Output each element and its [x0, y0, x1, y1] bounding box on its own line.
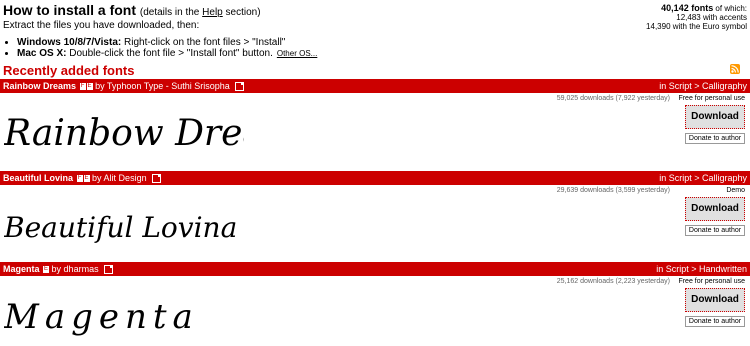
install-instructions: How to install a font (details in the He…: [3, 2, 523, 59]
font-name-link[interactable]: Beautiful Lovina: [3, 173, 73, 183]
svg-text:Rainbow Dreams: Rainbow Dreams: [4, 113, 244, 154]
license-label: Demo: [726, 187, 745, 194]
font-name-link[interactable]: Magenta: [3, 264, 40, 274]
os-instructions: Windows 10/8/7/Vista: Right-click on the…: [3, 37, 523, 59]
external-link-icon[interactable]: [152, 174, 162, 184]
font-preview[interactable]: Magenta: [4, 284, 244, 344]
font-author-link[interactable]: by Typhoon Type - Suthi Srisopha: [95, 81, 230, 91]
font-name-link[interactable]: Rainbow Dreams: [3, 81, 76, 91]
svg-text:Beautiful Lovina: Beautiful Lovina: [4, 211, 237, 244]
donate-button[interactable]: Donate to author: [685, 225, 745, 236]
svg-text:Magenta: Magenta: [4, 297, 199, 337]
install-title: How to install a font (details in the He…: [3, 2, 261, 18]
download-count: 25,162 downloads (2,223 yesterday): [556, 278, 670, 285]
font-category-link[interactable]: in Script > Calligraphy: [659, 171, 747, 185]
font-bar: Magenta E by dharmas in Script > Handwri…: [0, 262, 750, 276]
download-button[interactable]: Download: [685, 105, 745, 129]
font-category-link[interactable]: in Script > Calligraphy: [659, 79, 747, 93]
badge-icon: E: [86, 83, 93, 91]
help-link[interactable]: Help: [202, 7, 223, 18]
donate-button[interactable]: Donate to author: [685, 316, 745, 327]
badge-icon: F: [76, 175, 83, 183]
font-entry: Magenta E by dharmas in Script > Handwri…: [0, 262, 750, 346]
font-stats: 40,142 fonts of which: 12,483 with accen…: [646, 3, 747, 32]
font-preview[interactable]: Rainbow Dreams: [4, 101, 244, 161]
license-label: Free for personal use: [678, 278, 745, 285]
font-entry: Rainbow Dreams FE by Typhoon Type - Suth…: [0, 79, 750, 163]
download-count: 29,639 downloads (3,599 yesterday): [556, 187, 670, 194]
font-bar: Beautiful Lovina FE by Alit Design in Sc…: [0, 171, 750, 185]
download-button[interactable]: Download: [685, 197, 745, 221]
font-category-link[interactable]: in Script > Handwritten: [656, 262, 747, 276]
download-count: 59,025 downloads (7,922 yesterday): [556, 95, 670, 102]
donate-button[interactable]: Donate to author: [685, 133, 745, 144]
font-bar: Rainbow Dreams FE by Typhoon Type - Suth…: [0, 79, 750, 93]
font-author-link[interactable]: by dharmas: [52, 264, 99, 274]
badge-icon: E: [43, 266, 50, 274]
badge-icon: E: [83, 175, 90, 183]
list-item: Windows 10/8/7/Vista: Right-click on the…: [17, 37, 523, 48]
font-preview[interactable]: Beautiful Lovina: [4, 193, 244, 253]
list-item: Mac OS X: Double-click the font file > "…: [17, 48, 523, 59]
rss-icon[interactable]: [730, 64, 740, 74]
badge-icon: F: [79, 83, 86, 91]
extract-instructions: Extract the files you have downloaded, t…: [3, 20, 200, 31]
font-entry: Beautiful Lovina FE by Alit Design in Sc…: [0, 171, 750, 255]
download-button[interactable]: Download: [685, 288, 745, 312]
license-label: Free for personal use: [678, 95, 745, 102]
recent-title: Recently added fonts: [3, 63, 135, 78]
recent-header: Recently added fonts: [3, 62, 743, 78]
other-os-link[interactable]: Other OS...: [277, 49, 317, 58]
external-link-icon[interactable]: [104, 265, 114, 275]
font-author-link[interactable]: by Alit Design: [92, 173, 147, 183]
external-link-icon[interactable]: [235, 82, 245, 92]
